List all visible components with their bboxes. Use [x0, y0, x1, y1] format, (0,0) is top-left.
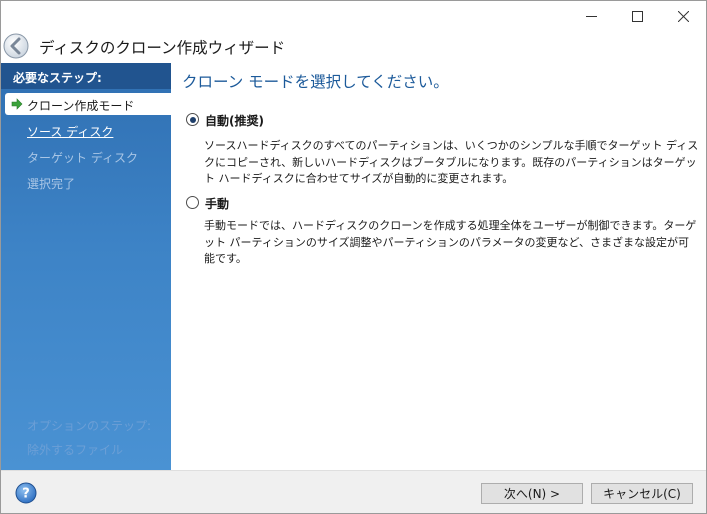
manual-radio[interactable]	[186, 196, 199, 209]
manual-description: 手動モードでは、ハードディスクのクローンを作成する処理全体をユーザーが制御できま…	[204, 219, 697, 265]
cancel-button[interactable]: キャンセル(C)	[591, 483, 693, 504]
clone-disk-wizard-window: ディスクのクローン作成ウィザード 必要なステップ: クローン作成モード ソース …	[0, 0, 707, 514]
sidebar-heading-label: 必要なステップ:	[13, 71, 102, 85]
automatic-label[interactable]: 自動(推奨)	[205, 112, 264, 129]
minimize-button[interactable]	[568, 1, 614, 31]
wizard-header: ディスクのクローン作成ウィザード	[1, 31, 706, 63]
manual-label[interactable]: 手動	[205, 195, 229, 212]
step-label[interactable]: ソース ディスク	[27, 123, 113, 140]
help-icon[interactable]: ?	[15, 482, 37, 504]
wizard-title: ディスクのクローン作成ウィザード	[39, 39, 286, 57]
main-panel: クローン モードを選択してください。 自動(推奨) ソースハードディスクのすべて…	[171, 63, 706, 470]
automatic-description: ソースハードディスクのすべてのパーティションは、いくつかのシンプルな手順でターゲ…	[204, 139, 699, 185]
close-button[interactable]	[660, 1, 706, 31]
step-label: ターゲット ディスク	[27, 151, 138, 165]
svg-text:?: ?	[22, 487, 30, 502]
optional-step-exclude: 除外するファイル	[27, 443, 124, 457]
maximize-icon	[631, 10, 643, 22]
step-finish: 選択完了	[1, 171, 171, 193]
close-icon	[677, 10, 689, 22]
sidebar-heading: 必要なステップ:	[1, 63, 171, 89]
title-bar	[1, 1, 706, 31]
next-button[interactable]: 次へ(N) >	[481, 483, 583, 504]
steps-sidebar: 必要なステップ: クローン作成モード ソース ディスク ターゲット ディスク 選…	[1, 63, 171, 470]
step-label: クローン作成モード	[27, 99, 135, 113]
step-source-disk[interactable]: ソース ディスク	[1, 119, 171, 141]
footer-bar: ? 次へ(N) > キャンセル(C)	[1, 470, 706, 513]
minimize-icon	[585, 15, 597, 17]
green-arrow-icon	[11, 98, 23, 110]
step-target-disk: ターゲット ディスク	[1, 145, 171, 167]
page-title: クローン モードを選択してください。	[182, 73, 449, 91]
maximize-button[interactable]	[614, 1, 660, 31]
step-label: 選択完了	[27, 177, 76, 191]
step-clone-mode[interactable]: クローン作成モード	[5, 93, 171, 115]
automatic-radio[interactable]	[186, 113, 199, 126]
optional-steps-heading: オプションのステップ:	[27, 419, 152, 433]
back-arrow-icon[interactable]	[3, 33, 29, 59]
